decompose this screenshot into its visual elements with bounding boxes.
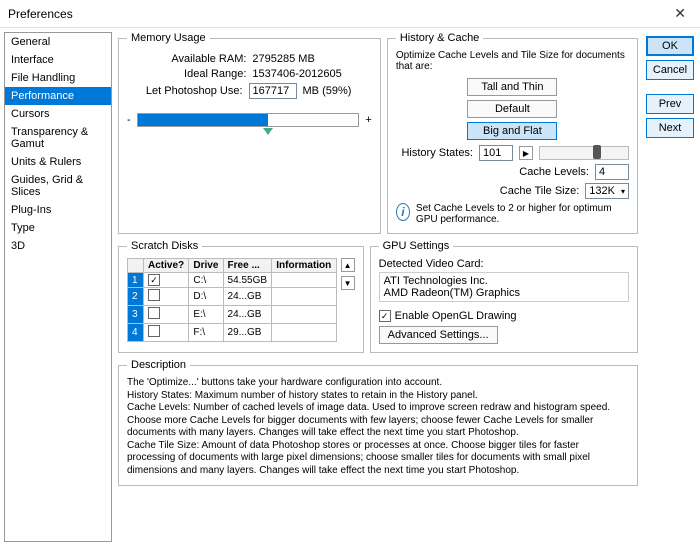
enable-opengl-checkbox[interactable]: ✓ — [379, 310, 391, 322]
move-down-button[interactable]: ▼ — [341, 276, 355, 290]
memory-legend: Memory Usage — [127, 32, 210, 44]
sidebar-item-guides[interactable]: Guides, Grid & Slices — [5, 171, 111, 201]
enable-opengl-label: Enable OpenGL Drawing — [395, 310, 517, 322]
chevron-down-icon: ▾ — [621, 187, 625, 196]
sidebar-item-general[interactable]: General — [5, 33, 111, 51]
sidebar-item-file-handling[interactable]: File Handling — [5, 69, 111, 87]
move-up-button[interactable]: ▲ — [341, 258, 355, 272]
history-slider[interactable] — [539, 146, 629, 160]
sidebar-item-3d[interactable]: 3D — [5, 237, 111, 255]
ideal-range-value: 1537406-2012605 — [252, 68, 371, 80]
photoshop-use-suffix: MB (59%) — [303, 85, 372, 97]
ideal-range-label: Ideal Range: — [127, 68, 246, 80]
memory-usage-group: Memory Usage Available RAM: 2795285 MB Id… — [118, 32, 381, 234]
window-title: Preferences — [8, 7, 668, 21]
hc-intro: Optimize Cache Levels and Tile Size for … — [396, 50, 629, 72]
gpu-vendor: ATI Technologies Inc. — [384, 275, 624, 287]
sidebar-item-interface[interactable]: Interface — [5, 51, 111, 69]
cache-levels-input[interactable] — [595, 164, 629, 180]
advanced-settings-button[interactable]: Advanced Settings... — [379, 326, 498, 344]
gpu-legend: GPU Settings — [379, 240, 454, 252]
history-states-spinner[interactable]: ▶ — [519, 146, 533, 160]
scratch-legend: Scratch Disks — [127, 240, 202, 252]
available-ram-value: 2795285 MB — [252, 53, 371, 65]
scratch-active-check-2[interactable] — [148, 289, 160, 301]
table-row: 4F:\29...GB — [128, 324, 337, 342]
cache-levels-label: Cache Levels: — [396, 166, 589, 178]
desc-p1: The 'Optimize...' buttons take your hard… — [127, 377, 629, 390]
scratch-active-check-1[interactable]: ✓ — [148, 274, 160, 286]
table-row: 3E:\24...GB — [128, 306, 337, 324]
col-active[interactable]: Active? — [144, 259, 189, 273]
photoshop-use-input[interactable] — [249, 83, 297, 99]
desc-p4: Cache Tile Size: Amount of data Photosho… — [127, 440, 629, 478]
sidebar-item-units[interactable]: Units & Rulers — [5, 153, 111, 171]
sidebar-item-cursors[interactable]: Cursors — [5, 105, 111, 123]
category-sidebar: General Interface File Handling Performa… — [4, 32, 112, 542]
description-group: Description The 'Optimize...' buttons ta… — [118, 359, 638, 486]
col-info[interactable]: Information — [272, 259, 336, 273]
scratch-active-check-4[interactable] — [148, 325, 160, 337]
gpu-detected-label: Detected Video Card: — [379, 258, 629, 270]
cache-tile-label: Cache Tile Size: — [396, 185, 579, 197]
history-states-input[interactable] — [479, 145, 513, 161]
sidebar-item-transparency[interactable]: Transparency & Gamut — [5, 123, 111, 153]
desc-p2: History States: Maximum number of histor… — [127, 390, 629, 403]
scratch-table: Active? Drive Free ... Information 1✓C:\… — [127, 258, 337, 342]
scratch-disks-group: Scratch Disks Active? Drive Free ... Inf… — [118, 240, 364, 353]
col-drive[interactable]: Drive — [189, 259, 223, 273]
big-flat-button[interactable]: Big and Flat — [467, 122, 557, 140]
gpu-model: AMD Radeon(TM) Graphics — [384, 287, 624, 299]
memory-slider[interactable] — [137, 113, 360, 127]
tall-thin-button[interactable]: Tall and Thin — [467, 78, 557, 96]
description-legend: Description — [127, 359, 190, 371]
cache-tile-select[interactable]: 132K▾ — [585, 183, 629, 199]
sidebar-item-plugins[interactable]: Plug-Ins — [5, 201, 111, 219]
history-cache-group: History & Cache Optimize Cache Levels an… — [387, 32, 638, 234]
history-states-label: History States: — [396, 147, 473, 159]
ok-button[interactable]: OK — [646, 36, 694, 56]
history-cache-legend: History & Cache — [396, 32, 483, 44]
slider-plus[interactable]: + — [365, 114, 371, 126]
table-row: 1✓C:\54.55GB — [128, 273, 337, 288]
gpu-tip: Set Cache Levels to 2 or higher for opti… — [416, 203, 629, 225]
sidebar-item-performance[interactable]: Performance — [5, 87, 111, 105]
desc-p3: Cache Levels: Number of cached levels of… — [127, 402, 629, 440]
available-ram-label: Available RAM: — [127, 53, 246, 65]
slider-minus[interactable]: - — [127, 114, 131, 126]
table-row: 2D:\24...GB — [128, 288, 337, 306]
gpu-settings-group: GPU Settings Detected Video Card: ATI Te… — [370, 240, 638, 353]
photoshop-use-label: Let Photoshop Use: — [127, 85, 243, 97]
info-icon: i — [396, 203, 410, 221]
scratch-active-check-3[interactable] — [148, 307, 160, 319]
default-button[interactable]: Default — [467, 100, 557, 118]
sidebar-item-type[interactable]: Type — [5, 219, 111, 237]
slider-thumb-icon[interactable] — [263, 128, 273, 135]
prev-button[interactable]: Prev — [646, 94, 694, 114]
next-button[interactable]: Next — [646, 118, 694, 138]
cancel-button[interactable]: Cancel — [646, 60, 694, 80]
close-icon[interactable]: ✕ — [668, 5, 692, 22]
col-free[interactable]: Free ... — [223, 259, 272, 273]
